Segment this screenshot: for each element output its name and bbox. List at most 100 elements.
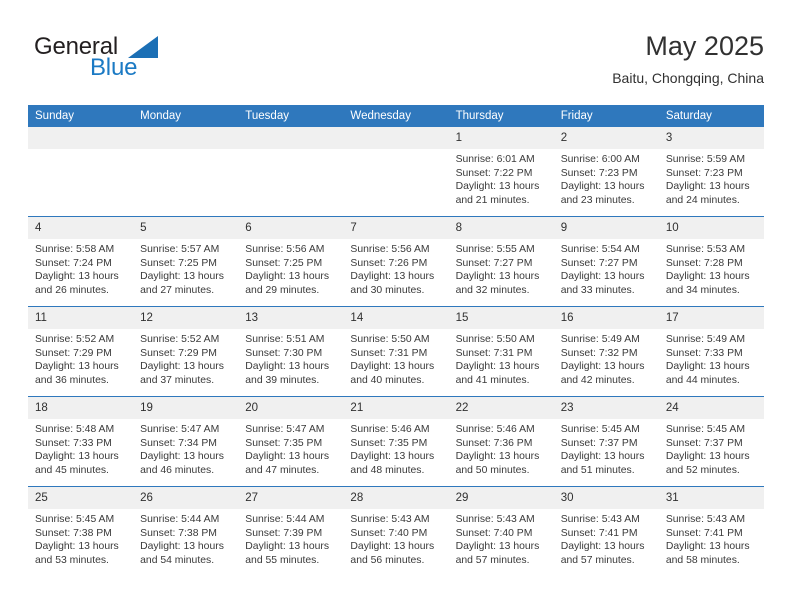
- calendar-day-cell[interactable]: 4 Sunrise: 5:58 AM Sunset: 7:24 PM Daylight…: [28, 216, 134, 307]
- daylight-text-line1: Daylight: 13 hours: [560, 451, 645, 463]
- day-details: Sunrise: 5:54 AM Sunset: 7:27 PM Daylight:…: [554, 239, 659, 297]
- sunrise-text: Sunrise: 5:58 AM: [35, 244, 115, 255]
- calendar-day-cell[interactable]: 25 Sunrise: 5:45 AM Sunset: 7:38 PM Dayligh…: [28, 486, 134, 576]
- sunset-text: Sunset: 7:28 PM: [665, 257, 743, 269]
- calendar-day-cell[interactable]: 8 Sunrise: 5:55 AM Sunset: 7:27 PM Daylight…: [448, 216, 554, 307]
- calendar-day-cell[interactable]: 12 Sunrise: 5:52 AM Sunset: 7:29 PM Dayligh…: [133, 306, 239, 397]
- daylight-text-line2: and 47 minutes.: [245, 464, 320, 476]
- calendar-day-cell[interactable]: 13 Sunrise: 5:51 AM Sunset: 7:30 PM Dayligh…: [238, 306, 344, 397]
- day-number: 15: [448, 307, 554, 329]
- calendar-day-cell[interactable]: 31 Sunrise: 5:43 AM Sunset: 7:41 PM Dayligh…: [658, 486, 764, 576]
- calendar-day-cell[interactable]: 5 Sunrise: 5:57 AM Sunset: 7:25 PM Daylight…: [133, 216, 239, 307]
- daylight-text-line2: and 27 minutes.: [140, 284, 215, 296]
- sunrise-text: Sunrise: 5:53 AM: [665, 244, 745, 255]
- sunset-text: Sunset: 7:37 PM: [665, 437, 743, 449]
- calendar-day-cell[interactable]: 11 Sunrise: 5:52 AM Sunset: 7:29 PM Dayligh…: [28, 306, 134, 397]
- calendar-day-cell[interactable]: 2 Sunrise: 6:00 AM Sunset: 7:23 PM Daylight…: [553, 127, 659, 217]
- daylight-text-line1: Daylight: 13 hours: [665, 271, 750, 283]
- sunrise-text: Sunrise: 5:47 AM: [245, 424, 325, 435]
- calendar-day-cell[interactable]: 10 Sunrise: 5:53 AM Sunset: 7:28 PM Dayligh…: [658, 216, 764, 307]
- day-details: Sunrise: 5:57 AM Sunset: 7:25 PM Daylight:…: [133, 239, 238, 297]
- calendar-day-cell[interactable]: 23 Sunrise: 5:45 AM Sunset: 7:37 PM Dayligh…: [553, 396, 659, 487]
- sunrise-text: Sunrise: 5:57 AM: [140, 244, 220, 255]
- calendar-day-cell[interactable]: 19 Sunrise: 5:47 AM Sunset: 7:34 PM Dayligh…: [133, 396, 239, 487]
- daylight-text-line2: and 58 minutes.: [665, 554, 740, 566]
- sunset-text: Sunset: 7:35 PM: [350, 437, 428, 449]
- sunset-text: Sunset: 7:33 PM: [665, 347, 743, 359]
- day-number: 6: [238, 217, 344, 239]
- sunset-text: Sunset: 7:39 PM: [245, 527, 323, 539]
- day-number: 24: [658, 397, 764, 419]
- day-number: [133, 127, 239, 149]
- sunset-text: Sunset: 7:33 PM: [35, 437, 112, 449]
- calendar-day-cell[interactable]: 16 Sunrise: 5:49 AM Sunset: 7:32 PM Dayligh…: [553, 306, 659, 397]
- calendar-day-cell[interactable]: 30 Sunrise: 5:43 AM Sunset: 7:41 PM Dayligh…: [553, 486, 659, 576]
- day-number: 17: [658, 307, 764, 329]
- calendar-day-cell[interactable]: 21 Sunrise: 5:46 AM Sunset: 7:35 PM Dayligh…: [343, 396, 449, 487]
- day-details: Sunrise: 5:50 AM Sunset: 7:31 PM Daylight:…: [449, 329, 554, 387]
- calendar-day-cell[interactable]: 1 Sunrise: 6:01 AM Sunset: 7:22 PM Daylight…: [448, 127, 554, 217]
- calendar-day-cell[interactable]: 7 Sunrise: 5:56 AM Sunset: 7:26 PM Daylight…: [343, 216, 449, 307]
- calendar-day-cell[interactable]: 22 Sunrise: 5:46 AM Sunset: 7:36 PM Dayligh…: [448, 396, 554, 487]
- daylight-text-line2: and 29 minutes.: [245, 284, 320, 296]
- calendar-day-cell[interactable]: 29 Sunrise: 5:43 AM Sunset: 7:40 PM Dayligh…: [448, 486, 554, 576]
- sunset-text: Sunset: 7:26 PM: [350, 257, 428, 269]
- sunset-text: Sunset: 7:35 PM: [245, 437, 323, 449]
- daylight-text-line2: and 23 minutes.: [560, 194, 635, 206]
- daylight-text-line1: Daylight: 13 hours: [35, 271, 119, 283]
- page-header: General Blue May 2025 Baitu, Chongqing, …: [28, 30, 764, 98]
- day-details: Sunrise: 5:52 AM Sunset: 7:29 PM Daylight:…: [133, 329, 238, 387]
- day-number: 5: [133, 217, 239, 239]
- sunrise-text: Sunrise: 5:51 AM: [245, 334, 325, 345]
- day-details: Sunrise: 5:47 AM Sunset: 7:35 PM Daylight:…: [238, 419, 343, 477]
- daylight-text-line2: and 55 minutes.: [245, 554, 320, 566]
- daylight-text-line1: Daylight: 13 hours: [140, 451, 224, 463]
- calendar-cell-empty: [28, 127, 134, 217]
- sunrise-text: Sunrise: 5:45 AM: [35, 514, 115, 525]
- day-details: Sunrise: 5:43 AM Sunset: 7:41 PM Daylight:…: [659, 509, 764, 567]
- day-details: Sunrise: 5:48 AM Sunset: 7:33 PM Daylight:…: [28, 419, 133, 477]
- daylight-text-line1: Daylight: 13 hours: [35, 541, 119, 553]
- day-details: Sunrise: 5:59 AM Sunset: 7:23 PM Daylight:…: [659, 149, 764, 207]
- daylight-text-line2: and 57 minutes.: [455, 554, 530, 566]
- calendar-day-cell[interactable]: 26 Sunrise: 5:44 AM Sunset: 7:38 PM Dayligh…: [133, 486, 239, 576]
- sunrise-text: Sunrise: 5:56 AM: [350, 244, 430, 255]
- sunrise-text: Sunrise: 6:00 AM: [560, 154, 640, 165]
- day-details: Sunrise: 6:00 AM Sunset: 7:23 PM Daylight:…: [554, 149, 659, 207]
- day-number: 27: [238, 487, 344, 509]
- calendar-day-cell[interactable]: 28 Sunrise: 5:43 AM Sunset: 7:40 PM Dayligh…: [343, 486, 449, 576]
- calendar-day-cell[interactable]: 18 Sunrise: 5:48 AM Sunset: 7:33 PM Dayligh…: [28, 396, 134, 487]
- calendar-day-cell[interactable]: 24 Sunrise: 5:45 AM Sunset: 7:37 PM Dayligh…: [658, 396, 764, 487]
- daylight-text-line2: and 26 minutes.: [35, 284, 109, 296]
- sunrise-text: Sunrise: 5:43 AM: [455, 514, 535, 525]
- day-number: 29: [448, 487, 554, 509]
- sunrise-text: Sunrise: 5:48 AM: [35, 424, 115, 435]
- sunset-text: Sunset: 7:31 PM: [455, 347, 533, 359]
- calendar-day-cell[interactable]: 14 Sunrise: 5:50 AM Sunset: 7:31 PM Dayligh…: [343, 306, 449, 397]
- daylight-text-line1: Daylight: 13 hours: [35, 451, 119, 463]
- daylight-text-line2: and 37 minutes.: [140, 374, 215, 386]
- general-blue-logo[interactable]: General Blue: [28, 34, 258, 94]
- day-details: Sunrise: 5:55 AM Sunset: 7:27 PM Daylight:…: [449, 239, 554, 297]
- calendar-day-cell[interactable]: 17 Sunrise: 5:49 AM Sunset: 7:33 PM Dayligh…: [658, 306, 764, 397]
- calendar-day-cell[interactable]: 3 Sunrise: 5:59 AM Sunset: 7:23 PM Daylight…: [658, 127, 764, 217]
- sunset-text: Sunset: 7:29 PM: [140, 347, 217, 359]
- sunset-text: Sunset: 7:31 PM: [350, 347, 428, 359]
- daylight-text-line1: Daylight: 13 hours: [560, 361, 645, 373]
- day-number: 28: [343, 487, 449, 509]
- calendar-day-cell[interactable]: 15 Sunrise: 5:50 AM Sunset: 7:31 PM Dayligh…: [448, 306, 554, 397]
- daylight-text-line2: and 36 minutes.: [35, 374, 109, 386]
- day-details: Sunrise: 5:45 AM Sunset: 7:37 PM Daylight:…: [659, 419, 764, 477]
- calendar-body: 1 Sunrise: 6:01 AM Sunset: 7:22 PM Daylight…: [28, 127, 764, 576]
- day-details: Sunrise: 5:44 AM Sunset: 7:38 PM Daylight:…: [133, 509, 238, 567]
- calendar-day-cell[interactable]: 9 Sunrise: 5:54 AM Sunset: 7:27 PM Daylight…: [553, 216, 659, 307]
- day-details: Sunrise: 5:43 AM Sunset: 7:41 PM Daylight:…: [554, 509, 659, 567]
- calendar-day-cell[interactable]: 20 Sunrise: 5:47 AM Sunset: 7:35 PM Dayligh…: [238, 396, 344, 487]
- day-details: Sunrise: 5:46 AM Sunset: 7:36 PM Daylight:…: [449, 419, 554, 477]
- daylight-text-line1: Daylight: 13 hours: [560, 541, 645, 553]
- daylight-text-line2: and 42 minutes.: [560, 374, 635, 386]
- calendar-day-cell[interactable]: 27 Sunrise: 5:44 AM Sunset: 7:39 PM Dayligh…: [238, 486, 344, 576]
- calendar-day-cell[interactable]: 6 Sunrise: 5:56 AM Sunset: 7:25 PM Daylight…: [238, 216, 344, 307]
- sunset-text: Sunset: 7:27 PM: [560, 257, 638, 269]
- title-block: May 2025 Baitu, Chongqing, China: [612, 30, 764, 87]
